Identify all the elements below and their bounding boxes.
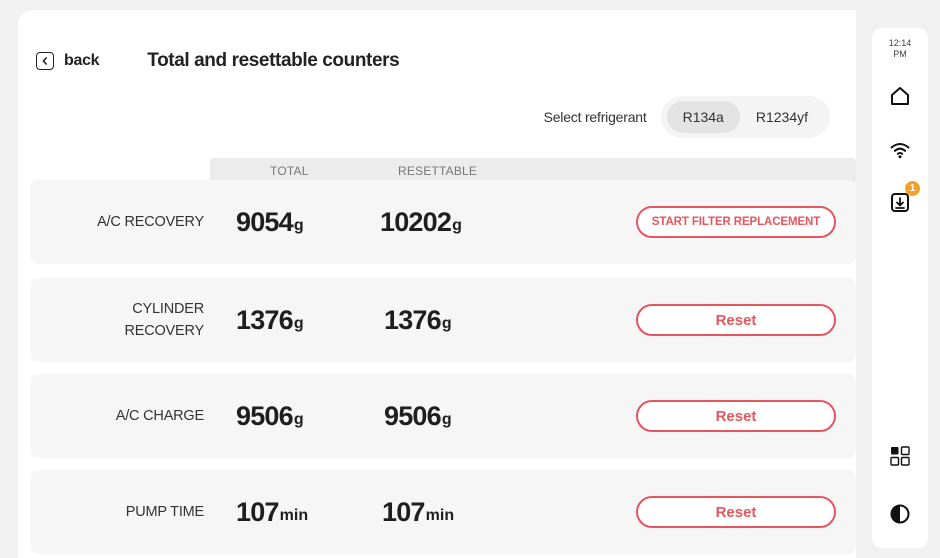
clock: 12:14 PM <box>872 38 928 60</box>
contrast-icon[interactable] <box>886 500 914 528</box>
row-label-line1: A/C RECOVERY <box>97 213 204 230</box>
reset-button[interactable]: Reset <box>636 304 836 336</box>
row-label: A/C RECOVERY <box>30 180 204 264</box>
refrigerant-selector: Select refrigerant R134a R1234yf <box>544 96 830 138</box>
row-label-line1: CYLINDER <box>132 300 204 317</box>
counter-row-cylinder-recovery: CYLINDER RECOVERY 1376 g 1376 g Reset <box>30 278 856 362</box>
apps-grid-icon[interactable] <box>886 442 914 470</box>
resettable-value: 107 min <box>382 470 454 554</box>
header: back Total and resettable counters <box>36 46 400 76</box>
column-header-total: TOTAL <box>270 164 309 178</box>
refrigerant-option-r134a[interactable]: R134a <box>666 101 740 133</box>
total-value: 107 min <box>236 470 308 554</box>
total-number: 107 <box>236 496 279 527</box>
resettable-number: 9506 <box>384 400 442 431</box>
resettable-number: 107 <box>382 496 425 527</box>
resettable-unit: g <box>441 315 452 332</box>
start-filter-replacement-button[interactable]: START FILTER REPLACEMENT <box>636 206 836 238</box>
refrigerant-option-r1234yf[interactable]: R1234yf <box>740 101 824 133</box>
column-header-resettable: RESETTABLE <box>398 164 478 178</box>
refrigerant-toggle: R134a R1234yf <box>660 96 830 138</box>
total-value: 1376 g <box>236 278 304 362</box>
counter-row-ac-recovery: A/C RECOVERY 9054 g 10202 g START FILTER R… <box>30 180 856 264</box>
chevron-left-icon <box>36 52 54 70</box>
resettable-value: 9506 g <box>384 374 452 458</box>
download-icon[interactable]: 1 <box>886 181 920 216</box>
back-button[interactable]: back <box>36 52 100 70</box>
counter-row-ac-charge: A/C CHARGE 9506 g 9506 g Reset <box>30 374 856 458</box>
row-label-line1: PUMP TIME <box>125 503 204 520</box>
wifi-icon[interactable] <box>886 136 914 164</box>
sidebar: 12:14 PM 1 <box>872 28 928 548</box>
total-unit: min <box>279 507 309 524</box>
main-panel: back Total and resettable counters Selec… <box>18 10 856 558</box>
total-number: 9506 <box>236 400 294 431</box>
row-label: A/C CHARGE <box>30 374 204 458</box>
resettable-value: 10202 g <box>380 180 462 264</box>
total-unit: g <box>293 217 304 234</box>
resettable-unit: g <box>441 411 452 428</box>
home-icon[interactable] <box>886 82 914 110</box>
clock-time: 12:14 <box>888 38 912 48</box>
total-unit: g <box>293 315 304 332</box>
row-label: PUMP TIME <box>30 470 204 554</box>
refrigerant-label: Select refrigerant <box>543 109 647 125</box>
total-number: 1376 <box>236 304 294 335</box>
total-value: 9054 g <box>236 180 304 264</box>
resettable-value: 1376 g <box>384 278 452 362</box>
row-label: CYLINDER RECOVERY <box>30 278 204 362</box>
reset-button[interactable]: Reset <box>636 400 836 432</box>
total-number: 9054 <box>236 206 294 237</box>
page-title: Total and resettable counters <box>147 50 400 71</box>
back-label: back <box>64 52 100 69</box>
resettable-number: 10202 <box>380 206 452 237</box>
counter-row-pump-time: PUMP TIME 107 min 107 min Reset <box>30 470 856 554</box>
resettable-unit: g <box>452 217 462 234</box>
row-label-line1: A/C CHARGE <box>115 407 204 424</box>
reset-button[interactable]: Reset <box>636 496 836 528</box>
resettable-unit: min <box>425 507 455 524</box>
clock-ampm: PM <box>893 49 907 59</box>
resettable-number: 1376 <box>384 304 442 335</box>
download-badge: 1 <box>905 181 920 196</box>
row-label-line2: RECOVERY <box>124 323 204 339</box>
total-unit: g <box>293 411 304 428</box>
total-value: 9506 g <box>236 374 304 458</box>
